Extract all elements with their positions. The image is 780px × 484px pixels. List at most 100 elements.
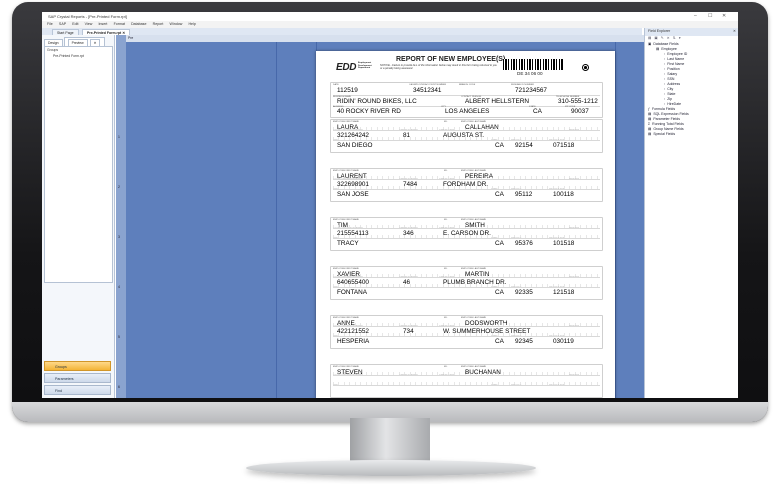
tree-item-label: Last Name bbox=[667, 57, 685, 61]
state-field[interactable]: CA bbox=[533, 108, 542, 115]
employee-ext-field[interactable]: 121518 bbox=[553, 289, 574, 296]
menu-format[interactable]: Format bbox=[114, 21, 125, 28]
menu-database[interactable]: Database bbox=[131, 21, 146, 28]
field-type-icon: ▫ bbox=[664, 77, 666, 81]
field-type-icon: ▫ bbox=[664, 87, 666, 91]
employee-ext-field[interactable]: 100118 bbox=[553, 191, 574, 198]
employee-state-field[interactable]: CA bbox=[495, 289, 504, 296]
employee-city-field[interactable]: SAN JOSE bbox=[337, 191, 369, 198]
employee-city-field[interactable]: HESPERIA bbox=[337, 338, 369, 345]
employee-city-field[interactable]: FONTANA bbox=[337, 289, 367, 296]
employee-ext-field[interactable]: 101518 bbox=[553, 240, 574, 247]
menu-edit[interactable]: Edit bbox=[72, 21, 78, 28]
divider bbox=[333, 106, 600, 107]
tree-item-label: Database Fields bbox=[653, 42, 679, 46]
field-explorer: Field Explorer ✕ ▤ ▣ ✎ ✕ ⇅ ▾ ▣ Database F… bbox=[644, 28, 738, 398]
group-tree-item[interactable]: Pre-Printed Form.rpt bbox=[45, 53, 112, 59]
employee-ext-field[interactable]: 071518 bbox=[553, 142, 574, 149]
city-field[interactable]: LOS ANGELES bbox=[445, 108, 489, 115]
menu-sap[interactable]: SAP bbox=[59, 21, 66, 28]
employee-first-label: EMPLOYEE FIRST NAME bbox=[333, 317, 359, 319]
tree-item-label: Parameter Fields bbox=[653, 117, 680, 121]
employee-city-field[interactable]: TRACY bbox=[337, 240, 359, 247]
menu-bar: File SAP Edit View Insert Format Databas… bbox=[42, 21, 738, 28]
employee-block: EMPLOYEE FIRST NAMEANNEM.I.EMPLOYEE LAST… bbox=[330, 315, 603, 349]
divider bbox=[333, 375, 600, 376]
employee-state-field[interactable]: CA bbox=[495, 142, 504, 149]
employee-zip-field[interactable]: 95376 bbox=[515, 240, 533, 247]
field-type-icon: ▣ bbox=[648, 42, 652, 46]
menu-window[interactable]: Window bbox=[170, 21, 183, 28]
date-field[interactable]: 112519 bbox=[337, 87, 358, 94]
close-field-explorer-icon[interactable]: ✕ bbox=[733, 29, 736, 33]
nav-groups[interactable]: Groups bbox=[44, 361, 111, 371]
guide-line[interactable] bbox=[615, 42, 616, 398]
ruler-mark: 5 bbox=[118, 335, 120, 339]
employee-zip-field[interactable]: 95112 bbox=[515, 191, 532, 198]
menu-file[interactable]: File bbox=[47, 21, 53, 28]
employee-zip-field[interactable]: 92345 bbox=[515, 338, 533, 345]
employee-last-label: EMPLOYEE LAST NAME bbox=[461, 219, 487, 221]
report-canvas[interactable]: Pre 1 2 3 4 5 6 EDD Employment Developme… bbox=[116, 35, 644, 398]
menu-help[interactable]: Help bbox=[188, 21, 195, 28]
ruler-mark: 3 bbox=[118, 235, 120, 239]
employee-zip-field[interactable]: 92154 bbox=[515, 142, 533, 149]
phone-field[interactable]: 310-555-1212 bbox=[558, 98, 598, 105]
fein-label: FEDERAL ID NUMBER bbox=[511, 84, 534, 86]
employee-state-field[interactable]: CA bbox=[495, 240, 504, 247]
menu-report[interactable]: Report bbox=[153, 21, 164, 28]
field-type-icon: Σ bbox=[648, 122, 651, 126]
character-boxes bbox=[333, 225, 600, 228]
nav-parameters[interactable]: Parameters bbox=[44, 373, 111, 383]
employee-zip-field[interactable]: 92335 bbox=[515, 289, 533, 296]
field-type-icon: ▫ bbox=[664, 92, 666, 96]
guide-line[interactable] bbox=[276, 42, 277, 398]
tree-item-label: HireDate bbox=[667, 102, 682, 106]
character-boxes bbox=[333, 333, 600, 336]
menu-insert[interactable]: Insert bbox=[98, 21, 107, 28]
field-type-icon: ▤ bbox=[648, 132, 652, 136]
divider bbox=[333, 228, 600, 229]
address-field[interactable]: 40 ROCKY RIVER RD bbox=[337, 108, 401, 115]
minimize-button[interactable]: – bbox=[694, 13, 697, 19]
ruler-mark: 2 bbox=[118, 185, 120, 189]
tree-item[interactable]: ▤ Special Fields bbox=[645, 132, 738, 137]
monitor-stand-neck bbox=[350, 418, 430, 466]
employee-mi-label: M.I. bbox=[444, 268, 448, 270]
field-type-icon: ƒ bbox=[648, 107, 650, 111]
employee-ext-field[interactable]: 030119 bbox=[553, 338, 574, 345]
monitor-stand-base bbox=[246, 460, 536, 476]
field-type-icon: ▫ bbox=[664, 62, 666, 66]
employee-city-field[interactable]: SAN DIEGO bbox=[337, 142, 373, 149]
employee-mi-label: M.I. bbox=[444, 121, 448, 123]
field-type-icon: ▤ bbox=[648, 127, 652, 131]
menu-view[interactable]: View bbox=[85, 21, 93, 28]
character-boxes bbox=[333, 284, 600, 287]
tree-item-label: SQL Expression Fields bbox=[653, 112, 689, 116]
contact-field[interactable]: ALBERT HELLSTERN bbox=[465, 98, 529, 105]
field-tree: ▣ Database Fields ▤ Employee ▫ Employee ID ▫ La… bbox=[645, 42, 738, 137]
employee-first-label: EMPLOYEE FIRST NAME bbox=[333, 268, 359, 270]
zip-field[interactable]: 90037 bbox=[571, 108, 589, 115]
edd-logo-subtitle: Employment Development Department bbox=[358, 62, 372, 70]
employee-mi-label: M.I. bbox=[444, 219, 448, 221]
field-type-icon: ▫ bbox=[664, 82, 666, 86]
divider bbox=[333, 277, 600, 278]
employee-last-label: EMPLOYEE LAST NAME bbox=[461, 268, 487, 270]
employee-block: EMPLOYEE FIRST NAMEXAVIERM.I.EMPLOYEE LA… bbox=[330, 266, 603, 300]
employee-state-field[interactable]: CA bbox=[495, 191, 504, 198]
business-field[interactable]: RIDIN' ROUND BIKES, LLC bbox=[337, 98, 417, 105]
close-button[interactable]: ✕ bbox=[722, 13, 726, 19]
fein-field[interactable]: 721234567 bbox=[515, 87, 547, 94]
nav-find[interactable]: Find bbox=[44, 385, 111, 395]
character-boxes bbox=[333, 235, 600, 238]
employee-mi-label: M.I. bbox=[444, 366, 448, 368]
field-type-icon: ▤ bbox=[648, 112, 652, 116]
field-type-icon: ▫ bbox=[664, 67, 666, 71]
account-field[interactable]: 34512341 bbox=[413, 87, 441, 94]
edd-logo: EDD bbox=[336, 62, 357, 73]
divider bbox=[333, 189, 600, 190]
employee-state-field[interactable]: CA bbox=[495, 338, 504, 345]
maximize-button[interactable]: ☐ bbox=[708, 13, 712, 19]
divider bbox=[333, 385, 600, 386]
